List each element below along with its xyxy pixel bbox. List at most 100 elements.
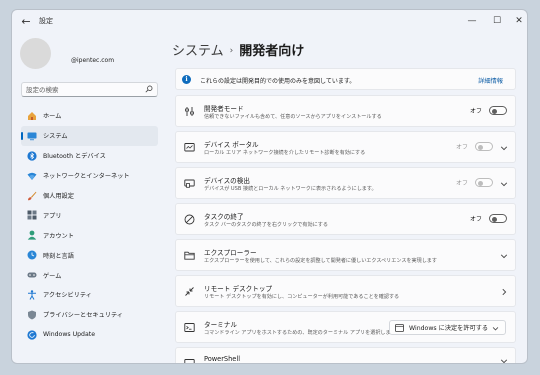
home-icon bbox=[27, 111, 37, 121]
setting-description: エクスプローラーを使用して、これらの設定を調整して開発者に優しいエクスペリエンス… bbox=[204, 258, 437, 264]
sidebar-item-accounts[interactable]: アカウント bbox=[21, 225, 158, 245]
setting-title: 開発者モード bbox=[204, 105, 244, 113]
setting-device-discovery[interactable]: デバイスの検出 デバイスが USB 接続とローカル ネットワークに表示されるよう… bbox=[175, 167, 516, 199]
learn-more-link[interactable]: 詳細情報 bbox=[478, 76, 503, 85]
chevron-down-icon[interactable] bbox=[500, 357, 508, 364]
setting-title: リモート デスクトップ bbox=[204, 285, 273, 293]
sidebar-item-privacy[interactable]: プライバシーとセキュリティ bbox=[21, 305, 158, 325]
end-task-icon bbox=[184, 214, 195, 225]
back-button[interactable]: ← bbox=[18, 14, 34, 30]
terminal-icon bbox=[184, 323, 195, 332]
device-portal-toggle-group: オフ bbox=[456, 142, 493, 151]
person-icon bbox=[27, 230, 37, 240]
sidebar-item-label: アカウント bbox=[43, 232, 74, 240]
controller-icon bbox=[27, 270, 37, 280]
setting-title: デバイスの検出 bbox=[204, 177, 250, 185]
setting-title: デバイス ポータル bbox=[204, 141, 259, 149]
powershell-icon bbox=[184, 359, 195, 363]
breadcrumb: システム › 開発者向け bbox=[172, 40, 304, 59]
sidebar-item-personalization[interactable]: 個人用設定 bbox=[21, 186, 158, 206]
globe-clock-icon bbox=[27, 250, 37, 260]
folder-icon bbox=[184, 251, 195, 260]
close-button[interactable]: ✕ bbox=[511, 13, 527, 29]
sidebar-item-windows-update[interactable]: Windows Update bbox=[21, 325, 158, 345]
setting-remote-desktop[interactable]: リモート デスクトップ リモート デスクトップを有効にし、コンピューターが利用可… bbox=[175, 275, 516, 307]
search-input[interactable] bbox=[26, 84, 141, 95]
sidebar-item-label: ゲーム bbox=[43, 272, 62, 280]
chevron-down-icon[interactable] bbox=[500, 180, 508, 188]
developer-tools-icon bbox=[185, 107, 194, 116]
account-email: @ipentec.com bbox=[71, 57, 115, 64]
search-box[interactable] bbox=[21, 82, 158, 97]
sidebar-item-network[interactable]: ネットワークとインターネット bbox=[21, 166, 158, 186]
sidebar-item-home[interactable]: ホーム bbox=[21, 106, 158, 126]
sidebar-item-accessibility[interactable]: アクセシビリティ bbox=[21, 285, 158, 305]
device-portal-icon bbox=[184, 143, 195, 152]
wifi-icon bbox=[27, 171, 37, 181]
sidebar-item-label: Windows Update bbox=[43, 331, 95, 339]
chevron-down-icon bbox=[492, 327, 499, 331]
title-bar: ← 設定 — ☐ ✕ bbox=[12, 10, 527, 34]
setting-powershell[interactable]: PowerShell bbox=[175, 347, 516, 364]
apps-icon bbox=[27, 210, 37, 220]
setting-device-portal[interactable]: デバイス ポータル ローカル エリア ネットワーク接続を介したリモート診断を有効… bbox=[175, 131, 516, 163]
developer-mode-toggle[interactable] bbox=[489, 106, 507, 115]
setting-end-task: タスクの終了 タスク バーのタスクの終了を右クリックで有効にする オフ bbox=[175, 203, 516, 235]
breadcrumb-separator: › bbox=[229, 46, 234, 56]
info-icon: i bbox=[182, 75, 191, 84]
bluetooth-icon bbox=[27, 151, 37, 161]
minimize-button[interactable]: — bbox=[464, 13, 480, 29]
sidebar-item-time-language[interactable]: 時刻と言語 bbox=[21, 245, 158, 265]
setting-description: 信頼できないファイルも含めて、任意のソースからアプリをインストールする bbox=[204, 114, 382, 120]
sidebar-item-bluetooth[interactable]: Bluetooth とデバイス bbox=[21, 146, 158, 166]
search-icon[interactable] bbox=[145, 85, 153, 93]
sidebar-item-label: Bluetooth とデバイス bbox=[43, 153, 106, 161]
breadcrumb-parent[interactable]: システム bbox=[172, 44, 224, 59]
developer-mode-toggle-group: オフ bbox=[470, 106, 507, 115]
settings-window: ← 設定 — ☐ ✕ @ipentec.com ホーム システム bbox=[11, 9, 528, 364]
toggle-state-label: オフ bbox=[469, 216, 482, 223]
sidebar-item-gaming[interactable]: ゲーム bbox=[21, 265, 158, 285]
setting-description: タスク バーのタスクの終了を右クリックで有効にする bbox=[204, 222, 328, 228]
info-banner: i これらの設定は開発目的での使用のみを意図しています。 詳細情報 bbox=[175, 68, 516, 90]
sidebar-item-label: 時刻と言語 bbox=[43, 252, 74, 260]
sidebar-item-label: アプリ bbox=[43, 212, 62, 220]
monitor-icon bbox=[27, 131, 37, 141]
device-discovery-toggle[interactable] bbox=[475, 178, 493, 187]
accessibility-icon bbox=[27, 290, 37, 300]
setting-title: ターミナル bbox=[204, 321, 237, 329]
chevron-down-icon[interactable] bbox=[500, 144, 508, 152]
end-task-toggle-group: オフ bbox=[470, 214, 507, 223]
sidebar-nav: ホーム システム Bluetooth とデバイス ネットワークとインターネット … bbox=[21, 106, 158, 345]
sidebar-item-label: ホーム bbox=[43, 113, 62, 121]
sidebar-item-label: ネットワークとインターネット bbox=[43, 173, 130, 181]
setting-terminal: ターミナル コマンドライン アプリをホストするための、既定のターミナル アプリを… bbox=[175, 311, 516, 343]
terminal-app-icon bbox=[395, 323, 404, 332]
sidebar-item-apps[interactable]: アプリ bbox=[21, 205, 158, 225]
shield-icon bbox=[27, 310, 37, 320]
end-task-toggle[interactable] bbox=[489, 214, 507, 223]
device-discovery-toggle-group: オフ bbox=[456, 178, 493, 187]
chevron-right-icon[interactable] bbox=[500, 288, 508, 296]
remote-desktop-icon bbox=[185, 287, 194, 296]
terminal-select-value: Windows に決定を許可する bbox=[409, 325, 489, 332]
toggle-state-label: オフ bbox=[455, 180, 468, 187]
avatar[interactable] bbox=[20, 38, 51, 69]
sidebar-item-system[interactable]: システム bbox=[21, 125, 158, 146]
page-title: 開発者向け bbox=[239, 44, 305, 59]
terminal-app-select[interactable]: Windows に決定を許可する bbox=[389, 320, 506, 335]
maximize-button[interactable]: ☐ bbox=[489, 13, 505, 29]
sidebar-item-label: 個人用設定 bbox=[43, 193, 74, 200]
setting-description: ローカル エリア ネットワーク接続を介したリモート診断を有効にする bbox=[204, 150, 366, 156]
device-discovery-icon bbox=[184, 179, 195, 188]
setting-developer-mode: 開発者モード 信頼できないファイルも含めて、任意のソースからアプリをインストール… bbox=[175, 95, 516, 127]
setting-file-explorer[interactable]: エクスプローラー エクスプローラーを使用して、これらの設定を調整して開発者に優し… bbox=[175, 239, 516, 271]
info-text: これらの設定は開発目的での使用のみを意図しています。 bbox=[200, 78, 356, 85]
brush-icon bbox=[27, 191, 37, 201]
update-icon bbox=[27, 330, 37, 340]
setting-description: コマンドライン アプリをホストするための、既定のターミナル アプリを選択します bbox=[204, 330, 396, 336]
sidebar-item-label: プライバシーとセキュリティ bbox=[43, 312, 123, 320]
chevron-down-icon[interactable] bbox=[500, 252, 508, 260]
device-portal-toggle[interactable] bbox=[475, 142, 493, 151]
setting-description: デバイスが USB 接続とローカル ネットワークに表示されるようにします。 bbox=[204, 186, 377, 192]
